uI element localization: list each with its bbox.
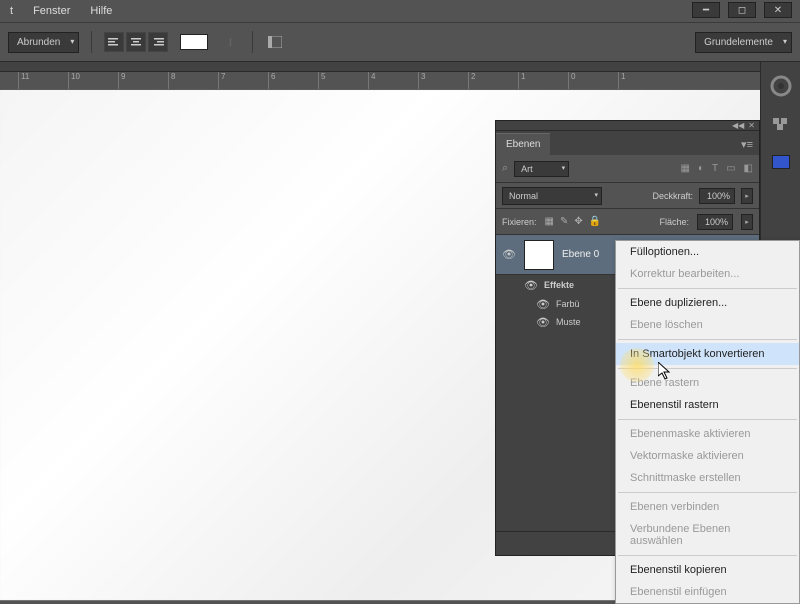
lock-position-icon[interactable]: ✥	[574, 216, 582, 227]
menu-item-hilfe[interactable]: Hilfe	[90, 5, 112, 17]
menu-item-fenster[interactable]: Fenster	[33, 5, 70, 17]
window-controls: ━ ◻ ✕	[692, 2, 792, 18]
fill-label: Fläche:	[659, 217, 689, 227]
sub-bar	[0, 62, 800, 72]
shape-mode-dropdown[interactable]: Abrunden	[8, 32, 79, 53]
context-menu-separator	[618, 288, 797, 289]
align-group	[104, 32, 168, 52]
context-menu-item: Korrektur bearbeiten...	[616, 263, 799, 285]
context-menu-item: Ebenenmaske aktivieren	[616, 423, 799, 445]
context-menu-item: Verbundene Ebenen auswählen	[616, 518, 799, 552]
lock-transparency-icon[interactable]: ▦	[545, 216, 554, 227]
preset-dropdown[interactable]: Grundelemente	[695, 32, 792, 53]
text-warp-button[interactable]: I	[220, 32, 240, 52]
opacity-arrow[interactable]: ▸	[741, 188, 753, 204]
color-panel-icon[interactable]	[767, 72, 795, 100]
search-icon: ⌕	[502, 162, 508, 175]
tutorial-highlight	[620, 348, 654, 382]
opacity-label: Deckkraft:	[652, 191, 693, 201]
fill-arrow[interactable]: ▸	[741, 214, 753, 230]
lock-all-icon[interactable]: 🔒	[589, 216, 601, 227]
context-menu-item: Schnittmaske erstellen	[616, 467, 799, 489]
close-button[interactable]: ✕	[764, 2, 792, 18]
visibility-icon[interactable]: 👁	[502, 248, 516, 261]
maximize-button[interactable]: ◻	[728, 2, 756, 18]
lock-fill-row: Fixieren: ▦ ✎ ✥ 🔒 Fläche: 100% ▸	[496, 209, 759, 235]
filter-type-icon[interactable]: T	[712, 163, 718, 174]
opacity-input[interactable]: 100%	[699, 188, 735, 204]
align-right-button[interactable]	[148, 32, 168, 52]
context-menu-item[interactable]: Ebene duplizieren...	[616, 292, 799, 314]
context-menu-item[interactable]: Ebenenstil kopieren	[616, 559, 799, 581]
effects-label: Effekte	[544, 280, 574, 290]
context-menu-item[interactable]: Ebenenstil rastern	[616, 394, 799, 416]
lock-pixels-icon[interactable]: ✎	[560, 216, 568, 227]
blend-opacity-row: Normal Deckkraft: 100% ▸	[496, 183, 759, 209]
panel-toggle-button[interactable]	[265, 32, 285, 52]
panel-tabs: Ebenen ▾≡	[496, 131, 759, 155]
options-bar: Abrunden I Grundelemente	[0, 22, 800, 62]
layer-thumbnail[interactable]	[524, 240, 554, 270]
context-menu-separator	[618, 419, 797, 420]
context-menu-separator	[618, 339, 797, 340]
filter-type-dropdown[interactable]: Art	[514, 161, 569, 177]
layer-filter-row: ⌕ Art ▦ ◐ T ▭ ◧	[496, 155, 759, 183]
filter-pixel-icon[interactable]: ▦	[680, 163, 689, 174]
horizontal-ruler: 111098765432101	[0, 72, 800, 90]
context-menu-item: Ebenen verbinden	[616, 496, 799, 518]
color-swatch[interactable]	[180, 34, 208, 50]
panel-menu-button[interactable]: ▾≡	[735, 134, 759, 155]
cursor-icon	[658, 362, 672, 380]
fill-input[interactable]: 100%	[697, 214, 733, 230]
filter-icons: ▦ ◐ T ▭ ◧	[680, 163, 753, 174]
align-left-button[interactable]	[104, 32, 124, 52]
styles-panel-icon[interactable]	[767, 148, 795, 176]
layer-name[interactable]: Ebene 0	[562, 249, 599, 260]
swatches-panel-icon[interactable]	[767, 110, 795, 138]
menu-item[interactable]: t	[10, 5, 13, 17]
context-menu-item: Vektormaske aktivieren	[616, 445, 799, 467]
visibility-icon[interactable]: 👁	[536, 316, 550, 329]
lock-label: Fixieren:	[502, 217, 537, 227]
filter-smart-icon[interactable]: ◧	[744, 163, 753, 174]
minimize-button[interactable]: ━	[692, 2, 720, 18]
blend-mode-dropdown[interactable]: Normal	[502, 187, 602, 205]
layer-context-menu: Fülloptionen...Korrektur bearbeiten... Eb…	[615, 240, 800, 604]
context-menu-separator	[618, 492, 797, 493]
context-menu-item: Ebene löschen	[616, 314, 799, 336]
menubar: t Fenster Hilfe	[0, 0, 800, 22]
context-menu-item[interactable]: Fülloptionen...	[616, 241, 799, 263]
align-center-button[interactable]	[126, 32, 146, 52]
visibility-icon[interactable]: 👁	[536, 298, 550, 311]
layers-tab[interactable]: Ebenen	[496, 133, 550, 155]
visibility-icon[interactable]: 👁	[524, 279, 538, 292]
panel-collapse-bar[interactable]: ◀◀✕	[496, 121, 759, 131]
filter-shape-icon[interactable]: ▭	[726, 163, 735, 174]
context-menu-separator	[618, 555, 797, 556]
filter-adjustment-icon[interactable]: ◐	[698, 163, 704, 174]
